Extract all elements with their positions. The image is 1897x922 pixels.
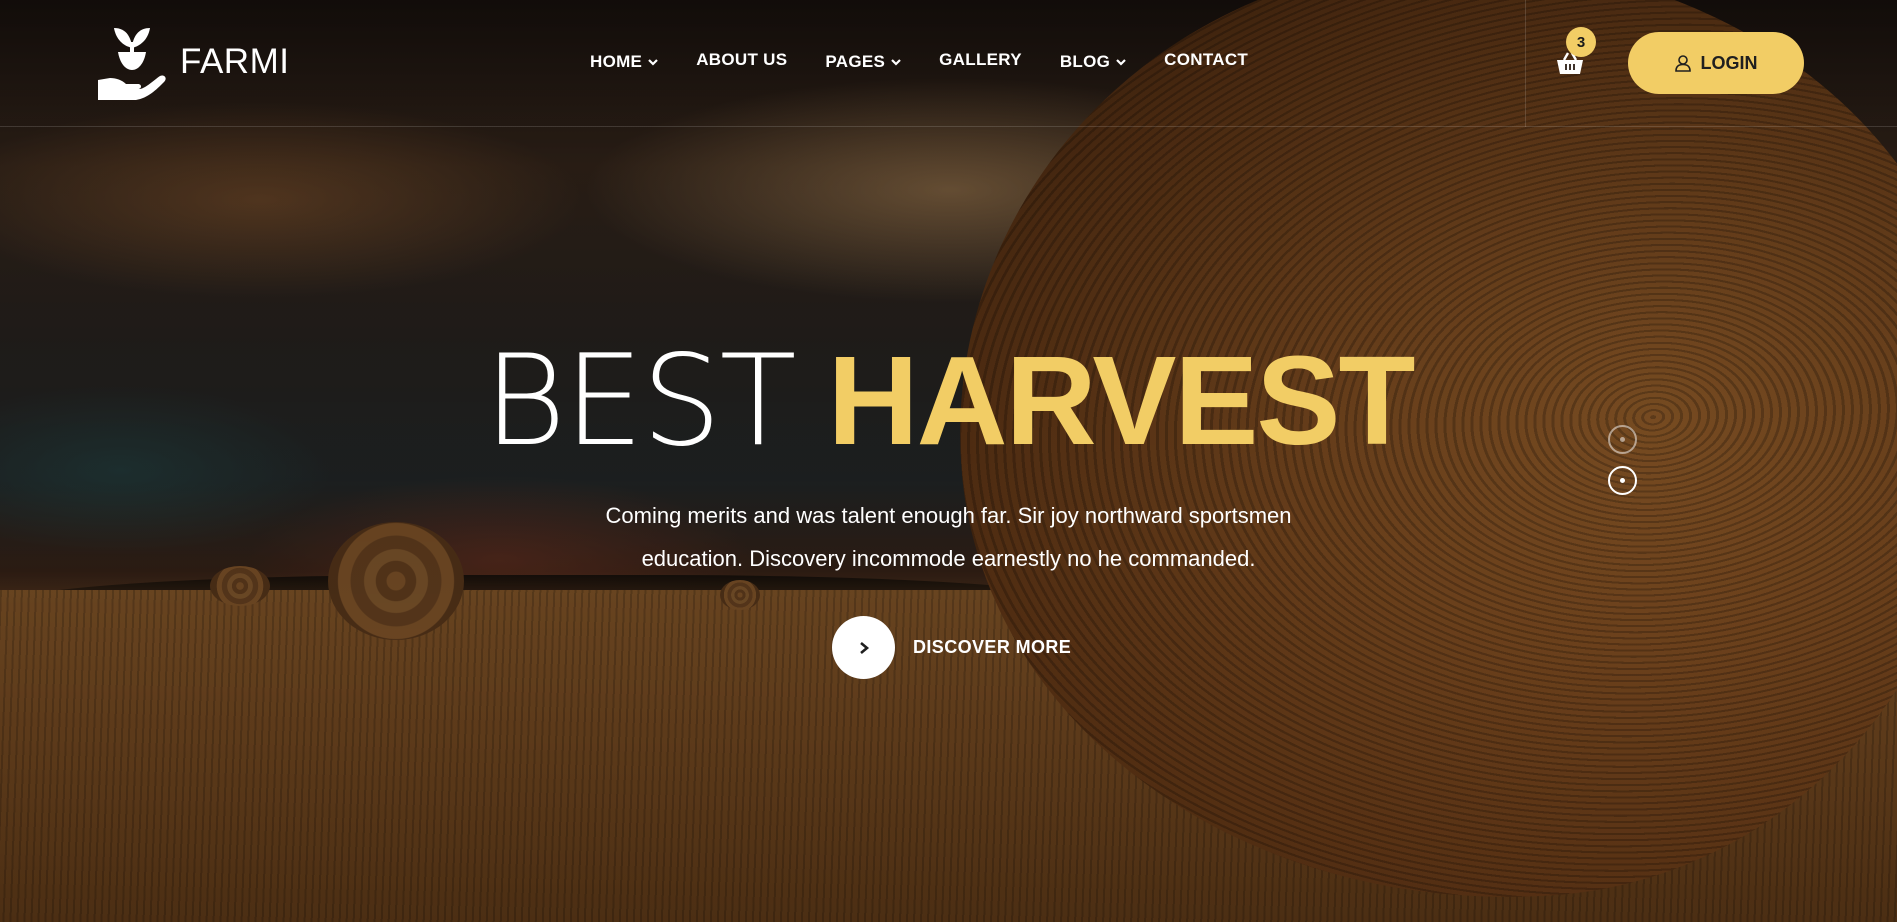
nav-item-label: PAGES bbox=[825, 52, 886, 71]
nav-item-label: HOME bbox=[590, 52, 643, 71]
discover-more-label: DISCOVER MORE bbox=[913, 637, 1072, 657]
nav-item-pages[interactable]: PAGES bbox=[825, 50, 901, 74]
brand-name: FARMI bbox=[180, 42, 290, 81]
login-button[interactable]: LOGIN bbox=[1628, 32, 1804, 94]
nav-item-blog[interactable]: BLOG bbox=[1060, 50, 1126, 74]
hero-description: Coming merits and was talent enough far.… bbox=[570, 494, 1327, 580]
dot-center bbox=[1620, 478, 1625, 483]
chevron-down-icon bbox=[1116, 59, 1126, 66]
headline-light-word: BEST bbox=[483, 327, 797, 474]
slider-dot-1[interactable] bbox=[1608, 425, 1637, 454]
nav-item-label: CONTACT bbox=[1164, 50, 1249, 69]
chevron-down-icon bbox=[648, 59, 658, 66]
nav-item-label: BLOG bbox=[1059, 52, 1111, 71]
discover-circle[interactable] bbox=[832, 616, 895, 679]
nav-item-contact[interactable]: CONTACT bbox=[1164, 48, 1248, 72]
slider-pagination bbox=[1608, 425, 1637, 495]
discover-more-button[interactable]: DISCOVER MORE bbox=[832, 616, 1071, 679]
hero-description-line: Coming merits and was talent enough far.… bbox=[605, 503, 1292, 528]
headline-highlight-word: HARVEST bbox=[827, 330, 1416, 471]
chevron-right-icon bbox=[859, 641, 869, 654]
nav-item-about-us[interactable]: ABOUT US bbox=[696, 48, 787, 72]
chevron-down-icon bbox=[891, 59, 901, 66]
header-divider bbox=[1525, 0, 1526, 127]
hero-description-line: education. Discovery incommode earnestly… bbox=[641, 546, 1256, 571]
nav-item-label: ABOUT US bbox=[696, 50, 788, 69]
site-header: FARMI HOME ABOUT US PAGES GALLERY BLOG C… bbox=[0, 0, 1897, 127]
login-label: LOGIN bbox=[1700, 52, 1758, 73]
cart-count-badge: 3 bbox=[1566, 27, 1596, 57]
slider-dot-2[interactable] bbox=[1608, 466, 1637, 495]
nav-item-label: GALLERY bbox=[939, 50, 1022, 69]
user-icon bbox=[1674, 54, 1691, 72]
main-nav: HOME ABOUT US PAGES GALLERY BLOG CONTACT bbox=[590, 50, 1286, 74]
logo-link[interactable]: FARMI bbox=[94, 22, 289, 102]
dot-center bbox=[1620, 437, 1625, 442]
nav-item-home[interactable]: HOME bbox=[590, 50, 658, 74]
nav-item-gallery[interactable]: GALLERY bbox=[939, 48, 1022, 72]
sprout-hand-logo-icon bbox=[98, 28, 166, 100]
